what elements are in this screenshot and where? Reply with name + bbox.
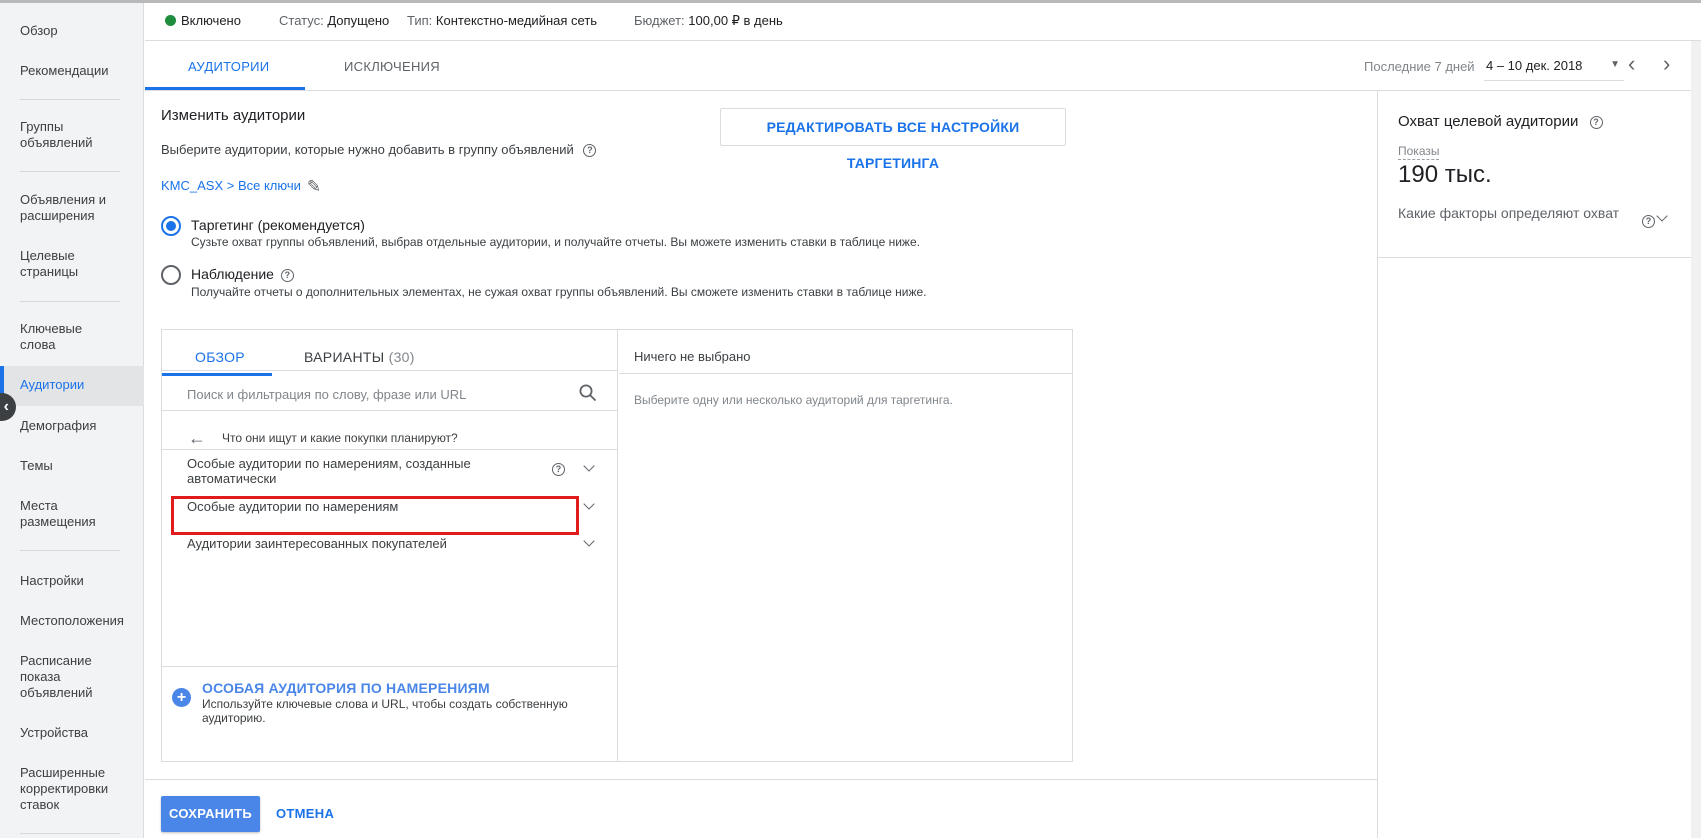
campaign-status-bar: Включено Статус: Допущено Тип: Контекстн… <box>145 3 1701 41</box>
save-button[interactable]: СОХРАНИТЬ <box>161 796 260 832</box>
reach-title: Охват целевой аудитории ? <box>1398 113 1603 130</box>
nav-divider <box>20 301 120 302</box>
tab-audiences[interactable]: АУДИТОРИИ <box>188 59 269 74</box>
nav-ads-extensions[interactable]: Объявления и расширения <box>0 192 125 224</box>
help-icon[interactable]: ? <box>583 144 597 157</box>
tab-exclusions[interactable]: ИСКЛЮЧЕНИЯ <box>344 59 440 74</box>
next-period-icon[interactable]: › <box>1663 51 1670 77</box>
category-in-market[interactable]: Аудитории заинтересованных покупателей <box>187 536 517 551</box>
nav-placements[interactable]: Места размещения <box>0 498 110 530</box>
reach-factors-toggle[interactable]: Какие факторы определяют охват <box>1398 203 1628 223</box>
nav-landing-pages[interactable]: Целевые страницы <box>0 248 100 280</box>
back-arrow-icon[interactable]: ← <box>188 428 206 449</box>
left-navigation: Обзор Рекомендации Группы объявлений Объ… <box>0 3 144 838</box>
active-tab-indicator <box>162 373 272 376</box>
search-icon[interactable] <box>578 383 598 403</box>
observation-option-desc: Получайте отчеты о дополнительных элемен… <box>191 285 927 299</box>
nav-ad-schedule[interactable]: Расписание показа объявлений <box>0 653 100 701</box>
audience-reach-panel: Охват целевой аудитории ? Показы 190 тыс… <box>1377 91 1691 838</box>
observation-option-title: Наблюдение ? <box>191 266 294 282</box>
targeting-option-desc: Сузьте охват группы объявлений, выбрав о… <box>191 235 920 249</box>
audience-tabs: АУДИТОРИИ ИСКЛЮЧЕНИЯ Последние 7 дней 4 … <box>145 41 1701 91</box>
campaign-type: Тип: Контекстно-медийная сеть <box>407 13 598 28</box>
nav-audiences[interactable]: Аудитории <box>0 366 144 406</box>
add-circle-icon[interactable]: + <box>172 688 191 707</box>
cancel-button[interactable]: ОТМЕНА <box>276 806 334 821</box>
edit-audiences-form: Изменить аудитории Выберите аудитории, к… <box>145 91 1377 838</box>
tab-divider <box>162 370 618 371</box>
nav-settings[interactable]: Настройки <box>0 573 144 589</box>
chevron-down-icon[interactable] <box>582 498 598 514</box>
date-range-label: Последние 7 дней <box>1364 59 1475 74</box>
variants-count: (30) <box>388 349 415 365</box>
chevron-down-icon[interactable] <box>582 535 598 551</box>
selected-header: Ничего не выбрано <box>634 349 751 364</box>
chevron-down-icon[interactable] <box>1655 210 1671 226</box>
ad-group-breadcrumb[interactable]: KMC_ASX > Все ключи ✎ <box>161 177 321 197</box>
active-tab-indicator <box>145 87 305 90</box>
search-divider <box>162 410 618 411</box>
page-scrollbar[interactable] <box>1691 41 1701 838</box>
category-custom-intent[interactable]: Особые аудитории по намерениям <box>187 499 517 514</box>
footer-divider <box>162 666 618 667</box>
nav-divider <box>20 171 120 172</box>
nav-keywords[interactable]: Ключевые слова <box>0 321 100 353</box>
impressions-label[interactable]: Показы <box>1398 144 1440 160</box>
observation-radio[interactable] <box>161 265 181 285</box>
tab-variants[interactable]: ВАРИАНТЫ (30) <box>304 349 415 365</box>
nav-divider <box>20 99 120 100</box>
create-custom-intent-link[interactable]: ОСОБАЯ АУДИТОРИЯ ПО НАМЕРЕНИЯМ <box>202 680 490 696</box>
form-footer-divider <box>145 779 1377 780</box>
edit-all-targeting-button[interactable]: РЕДАКТИРОВАТЬ ВСЕ НАСТРОЙКИ ТАРГЕТИНГА <box>720 108 1066 171</box>
targeting-radio[interactable] <box>161 216 181 236</box>
nav-ad-groups[interactable]: Группы объявлений <box>0 119 110 151</box>
selected-empty-hint: Выберите одну или несколько аудиторий дл… <box>634 393 953 407</box>
help-icon[interactable]: ? <box>280 269 294 282</box>
help-icon[interactable]: ? <box>552 463 565 476</box>
category-breadcrumb: Что они ищут и какие покупки планируют? <box>222 431 458 445</box>
campaign-budget: Бюджет: 100,00 ₽ в день <box>634 13 783 28</box>
previous-period-icon[interactable]: ‹ <box>1628 51 1635 77</box>
page-subtitle: Выберите аудитории, которые нужно добави… <box>161 142 597 157</box>
create-custom-intent-desc: Используйте ключевые слова и URL, чтобы … <box>202 697 568 725</box>
nav-divider <box>20 550 120 551</box>
nav-devices[interactable]: Устройства <box>0 725 144 741</box>
edit-pencil-icon[interactable]: ✎ <box>307 177 321 197</box>
enabled-status[interactable]: Включено <box>165 13 241 28</box>
page-title: Изменить аудитории <box>161 107 306 124</box>
audience-search-input[interactable]: Поиск и фильтрация по слову, фразе или U… <box>187 387 466 402</box>
date-range-select[interactable]: 4 – 10 дек. 2018 ▼ <box>1484 53 1624 81</box>
nav-recommendations[interactable]: Рекомендации <box>0 63 144 79</box>
category-divider <box>162 449 618 450</box>
dropdown-caret-icon: ▼ <box>1610 59 1620 70</box>
audience-browse-pane: ОБЗОР ВАРИАНТЫ (30) Поиск и фильтрация п… <box>162 330 618 761</box>
chevron-down-icon[interactable] <box>582 460 598 476</box>
reach-divider <box>1378 257 1691 258</box>
enabled-dot-icon <box>165 15 176 26</box>
nav-locations[interactable]: Местоположения <box>0 613 144 629</box>
help-icon[interactable]: ? <box>1589 116 1603 129</box>
nav-overview[interactable]: Обзор <box>0 23 144 39</box>
targeting-option-title: Таргетинг (рекомендуется) <box>191 217 365 233</box>
category-auto-custom-intent[interactable]: Особые аудитории по намерениям, созданны… <box>187 456 517 486</box>
nav-divider <box>20 833 120 834</box>
impressions-value: 190 тыс. <box>1398 161 1492 188</box>
nav-demographics[interactable]: Демография <box>0 418 144 434</box>
approval-status: Статус: Допущено <box>279 13 390 28</box>
help-icon[interactable]: ? <box>1642 215 1655 228</box>
audience-picker: ОБЗОР ВАРИАНТЫ (30) Поиск и фильтрация п… <box>161 329 1073 762</box>
tab-overview[interactable]: ОБЗОР <box>195 349 245 365</box>
nav-bid-adjustments[interactable]: Расширенные корректировки ставок <box>0 765 125 813</box>
selected-divider <box>619 373 1072 374</box>
nav-topics[interactable]: Темы <box>0 458 144 474</box>
